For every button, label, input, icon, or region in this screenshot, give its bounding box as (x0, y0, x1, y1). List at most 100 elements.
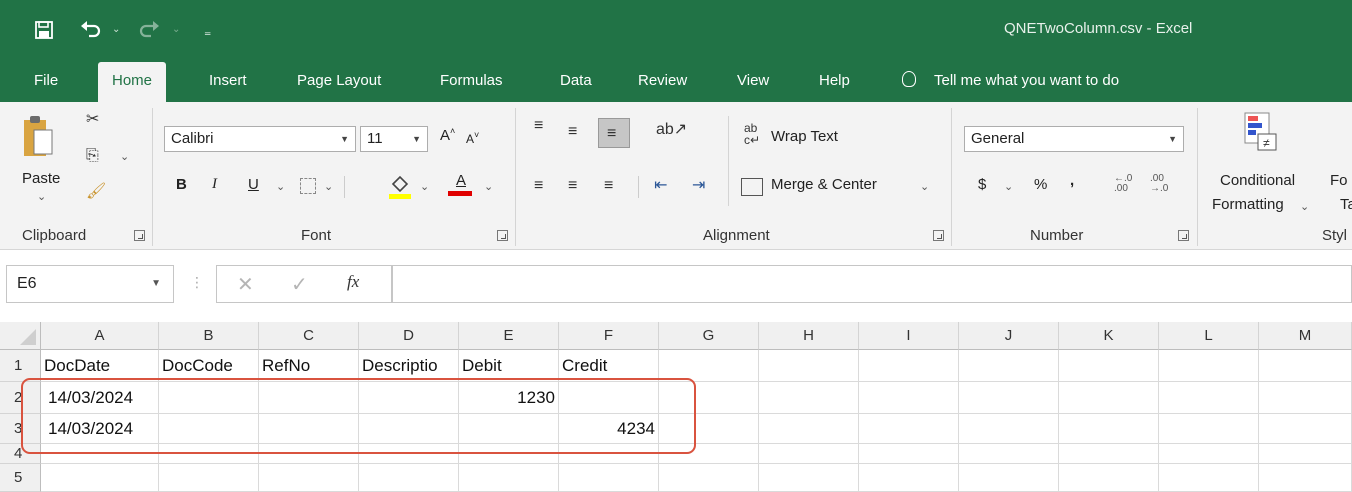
cell-h4[interactable] (759, 444, 859, 464)
cell-g5[interactable] (659, 464, 759, 492)
cell-l3[interactable] (1159, 414, 1259, 444)
cell-a5[interactable] (41, 464, 159, 492)
number-format-combo[interactable]: General ▼ (964, 126, 1184, 152)
comma-button[interactable]: , (1070, 172, 1074, 189)
column-header-a[interactable]: A (41, 322, 159, 350)
cell-i1[interactable] (859, 350, 959, 382)
copy-icon[interactable]: ⎘ (86, 146, 99, 166)
format-painter-icon[interactable]: 🖌 (86, 182, 106, 202)
cell-a2[interactable]: 14/03/2024 (41, 382, 159, 414)
cell-d2[interactable] (359, 382, 459, 414)
clipboard-launcher-icon[interactable] (134, 230, 145, 241)
font-size-combo[interactable]: 11 ▼ (360, 126, 428, 152)
cell-m3[interactable] (1259, 414, 1352, 444)
cell-f3[interactable]: 4234 (559, 414, 659, 444)
column-header-g[interactable]: G (659, 322, 759, 350)
decrease-decimal-button[interactable]: .00 →.0 (1150, 174, 1176, 194)
cell-h2[interactable] (759, 382, 859, 414)
underline-dropdown-icon[interactable]: ⌄ (276, 180, 285, 193)
cell-m1[interactable] (1259, 350, 1352, 382)
font-name-combo[interactable]: Calibri ▼ (164, 126, 356, 152)
merge-dropdown-icon[interactable]: ⌄ (920, 180, 929, 193)
increase-font-button[interactable]: A˄ (440, 126, 455, 144)
bold-button[interactable]: B (176, 176, 187, 193)
column-header-i[interactable]: I (859, 322, 959, 350)
alignment-launcher-icon[interactable] (933, 230, 944, 241)
paste-label[interactable]: Paste (22, 170, 60, 187)
cell-c1[interactable]: RefNo (259, 350, 359, 382)
cut-icon[interactable]: ✂ (86, 110, 99, 130)
cell-c2[interactable] (259, 382, 359, 414)
cell-c4[interactable] (259, 444, 359, 464)
align-bottom-button[interactable]: ≡ (598, 118, 630, 148)
conditional-formatting-icon[interactable]: ≠ (1244, 112, 1278, 155)
copy-dropdown-icon[interactable]: ⌄ (120, 150, 129, 163)
column-header-l[interactable]: L (1159, 322, 1259, 350)
undo-icon[interactable] (80, 18, 102, 43)
cell-f1[interactable]: Credit (559, 350, 659, 382)
save-icon[interactable] (34, 20, 54, 45)
tab-formulas[interactable]: Formulas (440, 62, 503, 102)
cell-g2[interactable] (659, 382, 759, 414)
row-header-4[interactable]: 4 (0, 444, 41, 464)
enter-icon[interactable]: ✓ (291, 272, 308, 297)
italic-button[interactable]: I (212, 176, 217, 193)
cell-m2[interactable] (1259, 382, 1352, 414)
cell-g1[interactable] (659, 350, 759, 382)
cell-m4[interactable] (1259, 444, 1352, 464)
cell-d1[interactable]: Descriptio (359, 350, 459, 382)
cell-e3[interactable] (459, 414, 559, 444)
redo-icon[interactable] (138, 18, 160, 43)
column-header-h[interactable]: H (759, 322, 859, 350)
format-as-table-line1[interactable]: Fo (1330, 172, 1348, 189)
column-header-b[interactable]: B (159, 322, 259, 350)
column-header-d[interactable]: D (359, 322, 459, 350)
cell-i4[interactable] (859, 444, 959, 464)
cell-k1[interactable] (1059, 350, 1159, 382)
font-launcher-icon[interactable] (497, 230, 508, 241)
cell-d4[interactable] (359, 444, 459, 464)
undo-dropdown-icon[interactable]: ⌄ (112, 24, 120, 35)
column-header-j[interactable]: J (959, 322, 1059, 350)
cell-i2[interactable] (859, 382, 959, 414)
cell-j3[interactable] (959, 414, 1059, 444)
cell-l4[interactable] (1159, 444, 1259, 464)
row-header-5[interactable]: 5 (0, 464, 41, 492)
column-header-k[interactable]: K (1059, 322, 1159, 350)
cell-e2[interactable]: 1230 (459, 382, 559, 414)
align-center-icon[interactable]: ≡ (568, 176, 577, 196)
tab-review[interactable]: Review (638, 62, 687, 102)
row-header-3[interactable]: 3 (0, 414, 41, 444)
cell-j1[interactable] (959, 350, 1059, 382)
tab-data[interactable]: Data (560, 62, 592, 102)
cell-l2[interactable] (1159, 382, 1259, 414)
tab-insert[interactable]: Insert (209, 62, 247, 102)
increase-decimal-button[interactable]: ←.0 .00 (1114, 174, 1140, 194)
tab-page-layout[interactable]: Page Layout (297, 62, 381, 102)
paste-icon[interactable] (22, 112, 56, 165)
conditional-formatting-line2[interactable]: Formatting (1212, 196, 1284, 213)
cell-h3[interactable] (759, 414, 859, 444)
formula-input[interactable] (392, 265, 1352, 303)
increase-indent-icon[interactable]: ⇥ (692, 176, 705, 196)
insert-function-icon[interactable]: fx (347, 272, 359, 292)
fill-color-dropdown-icon[interactable]: ⌄ (420, 180, 429, 193)
cell-i3[interactable] (859, 414, 959, 444)
cell-j2[interactable] (959, 382, 1059, 414)
currency-dropdown-icon[interactable]: ⌄ (1004, 180, 1013, 193)
borders-dropdown-icon[interactable]: ⌄ (324, 180, 333, 193)
fill-color-icon[interactable] (388, 174, 412, 203)
cell-c3[interactable] (259, 414, 359, 444)
cell-j5[interactable] (959, 464, 1059, 492)
align-left-icon[interactable]: ≡ (534, 176, 543, 196)
row-header-2[interactable]: 2 (0, 382, 41, 414)
cell-g4[interactable] (659, 444, 759, 464)
cell-f5[interactable] (559, 464, 659, 492)
cell-c5[interactable] (259, 464, 359, 492)
merge-center-button[interactable]: Merge & Center (771, 176, 877, 193)
currency-button[interactable]: $ (978, 176, 986, 193)
wrap-text-button[interactable]: Wrap Text (771, 128, 838, 145)
cell-b2[interactable] (159, 382, 259, 414)
decrease-font-button[interactable]: A˅ (466, 130, 479, 146)
cell-a3[interactable]: 14/03/2024 (41, 414, 159, 444)
